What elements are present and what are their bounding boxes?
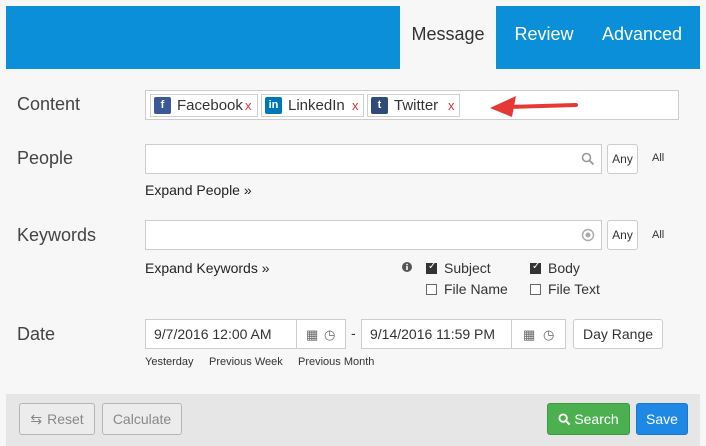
annotation-arrow-icon xyxy=(490,96,578,117)
target-icon xyxy=(581,228,595,242)
content-label: Content xyxy=(17,94,81,114)
chip-label: Facebook xyxy=(177,97,243,114)
keywords-input[interactable] xyxy=(145,220,602,250)
search-button[interactable]: Search xyxy=(547,403,630,435)
date-from-pickers: ▦ ◷ xyxy=(297,319,346,349)
people-all-option[interactable]: All xyxy=(652,152,664,164)
date-separator: - xyxy=(351,325,356,341)
twitter-icon: t xyxy=(371,97,388,114)
calendar-icon[interactable]: ▦ xyxy=(523,327,535,343)
chip-label: Twitter xyxy=(394,97,439,114)
people-any-button[interactable]: Any xyxy=(607,144,638,174)
keywords-label: Keywords xyxy=(17,225,97,245)
info-icon xyxy=(402,262,412,272)
remove-chip-button[interactable]: x xyxy=(448,95,455,116)
previous-month-link[interactable]: Previous Month xyxy=(298,356,374,368)
file-text-checkbox[interactable]: File Text xyxy=(530,281,600,297)
chip-twitter: t Twitter x xyxy=(367,94,460,117)
day-range-button[interactable]: Day Range xyxy=(573,319,663,349)
date-from-input[interactable]: 9/7/2016 12:00 AM xyxy=(145,319,297,349)
tab-message[interactable]: Message xyxy=(400,6,496,69)
reset-button-label: Reset xyxy=(47,411,84,427)
search-icon xyxy=(558,413,571,426)
reset-button[interactable]: ⇆ Reset xyxy=(19,403,95,435)
chip-linkedin: in LinkedIn x xyxy=(261,94,364,117)
calendar-icon[interactable]: ▦ xyxy=(306,327,318,343)
refresh-icon: ⇆ xyxy=(30,411,43,427)
body-checkbox[interactable]: Body xyxy=(530,260,580,276)
remove-chip-button[interactable]: x xyxy=(245,95,252,116)
file-name-checkbox[interactable]: File Name xyxy=(426,281,508,297)
clock-icon[interactable]: ◷ xyxy=(543,327,554,343)
file-text-checkbox-label: File Text xyxy=(548,281,600,297)
yesterday-link[interactable]: Yesterday xyxy=(145,356,194,368)
body-checkbox-label: Body xyxy=(548,260,580,276)
file-name-checkbox-label: File Name xyxy=(444,281,508,297)
tab-advanced[interactable]: Advanced xyxy=(590,6,694,69)
chip-label: LinkedIn xyxy=(288,97,345,114)
save-button[interactable]: Save xyxy=(636,403,688,435)
linkedin-icon: in xyxy=(265,97,282,114)
expand-people-link[interactable]: Expand People » xyxy=(145,182,252,198)
chip-facebook: f Facebook x xyxy=(150,94,258,117)
keywords-any-button[interactable]: Any xyxy=(607,220,638,250)
search-button-label: Search xyxy=(574,411,619,427)
date-label: Date xyxy=(17,324,56,344)
clock-icon[interactable]: ◷ xyxy=(324,327,335,343)
people-label: People xyxy=(17,148,74,168)
people-input[interactable] xyxy=(145,144,602,174)
expand-keywords-link[interactable]: Expand Keywords » xyxy=(145,260,270,276)
date-to-pickers: ▦ ◷ xyxy=(512,319,566,349)
tab-review[interactable]: Review xyxy=(504,6,584,69)
remove-chip-button[interactable]: x xyxy=(352,95,359,116)
keywords-all-option[interactable]: All xyxy=(652,229,664,241)
subject-checkbox[interactable]: Subject xyxy=(426,260,491,276)
calculate-button[interactable]: Calculate xyxy=(102,403,182,435)
date-to-input[interactable]: 9/14/2016 11:59 PM xyxy=(361,319,512,349)
search-icon xyxy=(581,152,595,166)
header-bar: Message Review Advanced xyxy=(6,6,700,69)
content-tags-input[interactable]: f Facebook x in LinkedIn x t Twitter x xyxy=(145,90,679,120)
subject-checkbox-label: Subject xyxy=(444,260,491,276)
facebook-icon: f xyxy=(154,97,171,114)
previous-week-link[interactable]: Previous Week xyxy=(209,356,283,368)
